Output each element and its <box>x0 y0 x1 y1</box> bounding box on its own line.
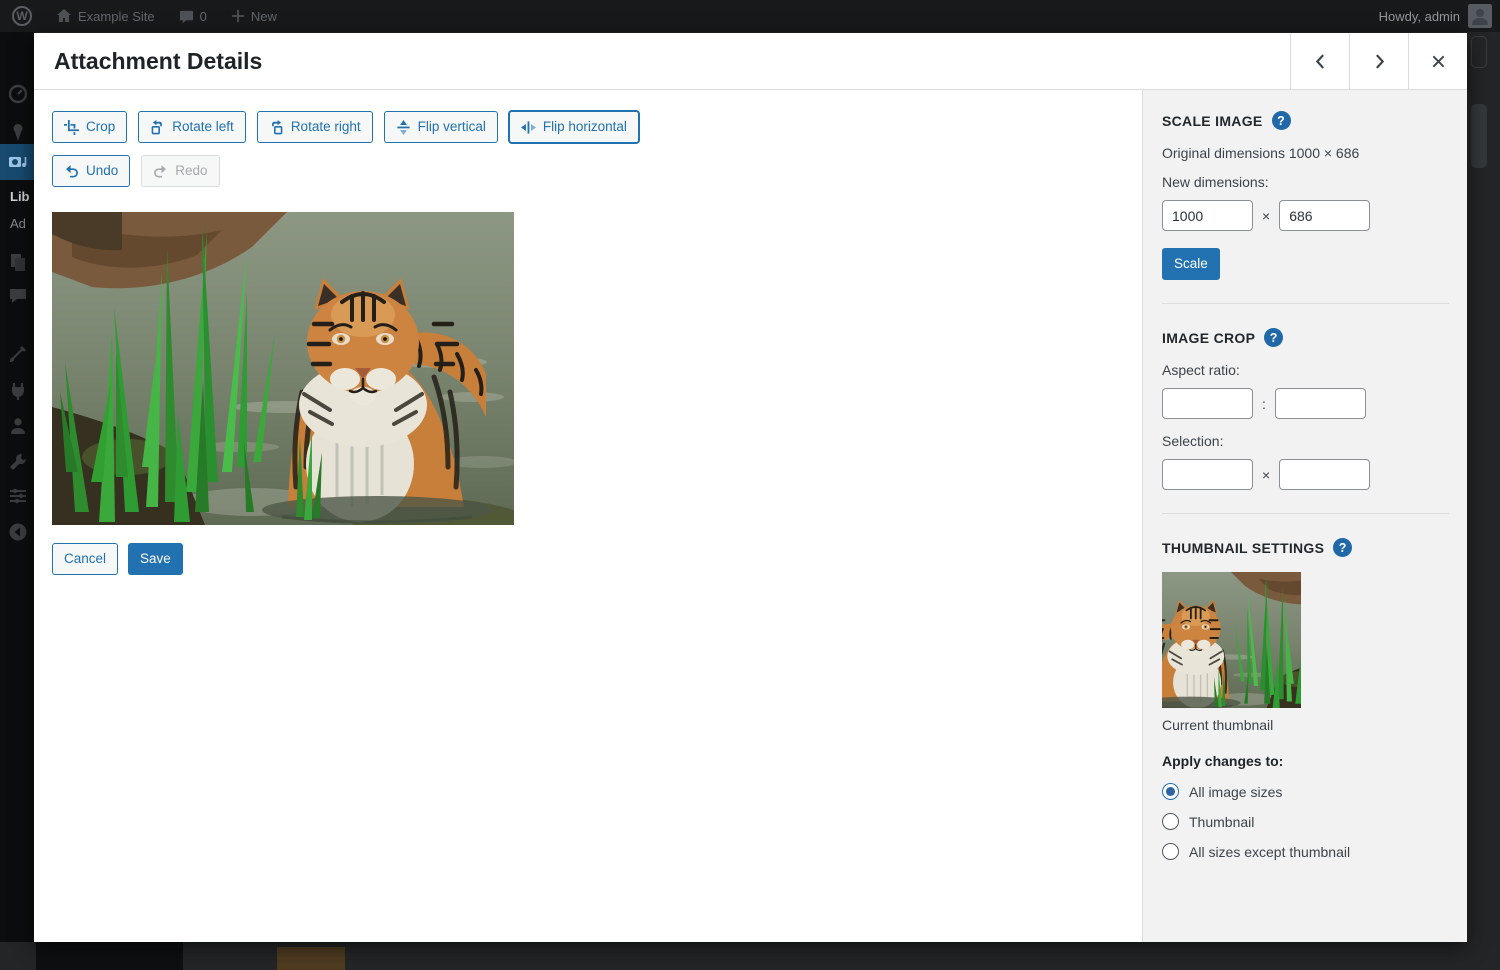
wordpress-menu[interactable]: W <box>0 0 44 32</box>
previous-attachment-button[interactable] <box>1290 33 1349 89</box>
redo-button[interactable]: Redo <box>141 155 219 187</box>
original-dimensions-text: Original dimensions 1000 × 686 <box>1162 145 1449 161</box>
rotate-right-icon <box>269 120 284 135</box>
comments-menu-icon[interactable] <box>8 286 28 306</box>
radio-thumbnail[interactable]: Thumbnail <box>1162 813 1449 830</box>
aspect-ratio-label: Aspect ratio: <box>1162 362 1449 378</box>
chevron-left-icon <box>1312 53 1329 70</box>
plus-icon <box>231 9 245 23</box>
users-icon[interactable] <box>8 416 28 436</box>
tools-wrench-icon[interactable] <box>8 452 28 472</box>
flip-horizontal-icon <box>521 120 536 135</box>
crop-button[interactable]: Crop <box>52 111 127 143</box>
pages-icon[interactable] <box>8 252 28 272</box>
background-scrollbar-thumb[interactable] <box>1471 104 1487 168</box>
site-name: Example Site <box>78 9 155 24</box>
plugins-icon[interactable] <box>8 381 28 401</box>
crop-icon <box>64 120 79 135</box>
edit-settings-sidebar: SCALE IMAGE ? Original dimensions 1000 ×… <box>1142 90 1467 942</box>
undo-icon <box>64 164 79 179</box>
scale-width-input[interactable] <box>1162 200 1253 231</box>
image-crop-heading: IMAGE CROP <box>1162 330 1255 346</box>
dimmed-background-thumbnail <box>277 947 345 970</box>
wordpress-logo-icon: W <box>12 6 32 26</box>
modal-title: Attachment Details <box>34 48 262 75</box>
howdy-label: Howdy, admin <box>1379 9 1460 24</box>
site-link[interactable]: Example Site <box>44 0 167 32</box>
aspect-ratio-height-input[interactable] <box>1275 388 1366 419</box>
settings-sliders-icon[interactable] <box>8 486 28 506</box>
close-icon <box>1431 54 1446 69</box>
thumbnail-settings-heading: THUMBNAIL SETTINGS <box>1162 540 1324 556</box>
flip-vertical-button[interactable]: Flip vertical <box>384 111 498 143</box>
help-icon[interactable]: ? <box>1333 538 1352 557</box>
radio-all-sizes-except-thumbnail[interactable]: All sizes except thumbnail <box>1162 843 1449 860</box>
submenu-add-new-partial[interactable]: Ad <box>10 216 26 231</box>
scale-button[interactable]: Scale <box>1162 248 1220 280</box>
flip-horizontal-button[interactable]: Flip horizontal <box>509 111 639 143</box>
scale-image-heading: SCALE IMAGE <box>1162 113 1263 129</box>
rotate-left-button[interactable]: Rotate left <box>138 111 246 143</box>
edited-image-tiger[interactable] <box>52 212 514 525</box>
current-thumbnail-image <box>1162 572 1301 708</box>
new-dimensions-label: New dimensions: <box>1162 174 1449 190</box>
account-menu[interactable]: Howdy, admin <box>1379 4 1500 28</box>
attachment-details-modal: Attachment Details <box>34 33 1467 942</box>
scale-height-input[interactable] <box>1279 200 1370 231</box>
submenu-library-partial[interactable]: Lib <box>10 189 30 204</box>
cancel-button[interactable]: Cancel <box>52 543 118 575</box>
comments-count: 0 <box>200 9 207 24</box>
section-divider <box>1162 303 1449 304</box>
radio-button <box>1162 813 1179 830</box>
apply-changes-label: Apply changes to: <box>1162 753 1449 769</box>
redo-icon <box>153 164 168 179</box>
appearance-brush-icon[interactable] <box>8 344 28 364</box>
save-button[interactable]: Save <box>128 543 183 575</box>
editor-toolbar: Crop Rotate left Rotate right <box>52 111 1124 143</box>
rotate-right-button[interactable]: Rotate right <box>257 111 373 143</box>
selection-label: Selection: <box>1162 433 1449 449</box>
current-thumbnail-label: Current thumbnail <box>1162 717 1449 733</box>
posts-pin-icon[interactable] <box>8 122 28 142</box>
overlay-dark-patch <box>36 942 183 970</box>
flip-vertical-icon <box>396 120 411 135</box>
rotate-left-icon <box>150 120 165 135</box>
help-icon[interactable]: ? <box>1264 328 1283 347</box>
dimensions-separator: × <box>1262 208 1270 224</box>
radio-button <box>1162 843 1179 860</box>
editor-actions: Cancel Save <box>52 543 1124 575</box>
media-menu-item-current[interactable] <box>0 144 36 180</box>
next-attachment-button[interactable] <box>1349 33 1408 89</box>
admin-bar: W Example Site 0 New Howdy, admin <box>0 0 1500 32</box>
collapse-menu-icon[interactable] <box>8 522 28 542</box>
selection-width-input[interactable] <box>1162 459 1253 490</box>
help-icon[interactable]: ? <box>1272 111 1291 130</box>
selection-height-input[interactable] <box>1279 459 1370 490</box>
modal-header: Attachment Details <box>34 33 1467 90</box>
dashboard-icon[interactable] <box>8 84 28 104</box>
admin-sidebar-menu: Lib Ad <box>0 32 36 942</box>
new-label: New <box>251 9 277 24</box>
image-editor-pane: Crop Rotate left Rotate right <box>34 90 1142 942</box>
comments-link[interactable]: 0 <box>167 0 219 32</box>
avatar <box>1468 4 1492 28</box>
new-content-link[interactable]: New <box>219 0 289 32</box>
close-modal-button[interactable] <box>1408 33 1467 89</box>
comment-bubble-icon <box>179 9 194 24</box>
media-camera-icon <box>8 152 28 172</box>
chevron-right-icon <box>1371 53 1388 70</box>
radio-button-checked <box>1162 783 1179 800</box>
aspect-separator: : <box>1262 396 1266 412</box>
home-icon <box>56 8 72 24</box>
aspect-ratio-width-input[interactable] <box>1162 388 1253 419</box>
history-toolbar: Undo Redo <box>52 155 1124 187</box>
selection-separator: × <box>1262 467 1270 483</box>
radio-all-image-sizes[interactable]: All image sizes <box>1162 783 1449 800</box>
section-divider <box>1162 513 1449 514</box>
background-scrollbar-track <box>1471 36 1487 68</box>
undo-button[interactable]: Undo <box>52 155 130 187</box>
